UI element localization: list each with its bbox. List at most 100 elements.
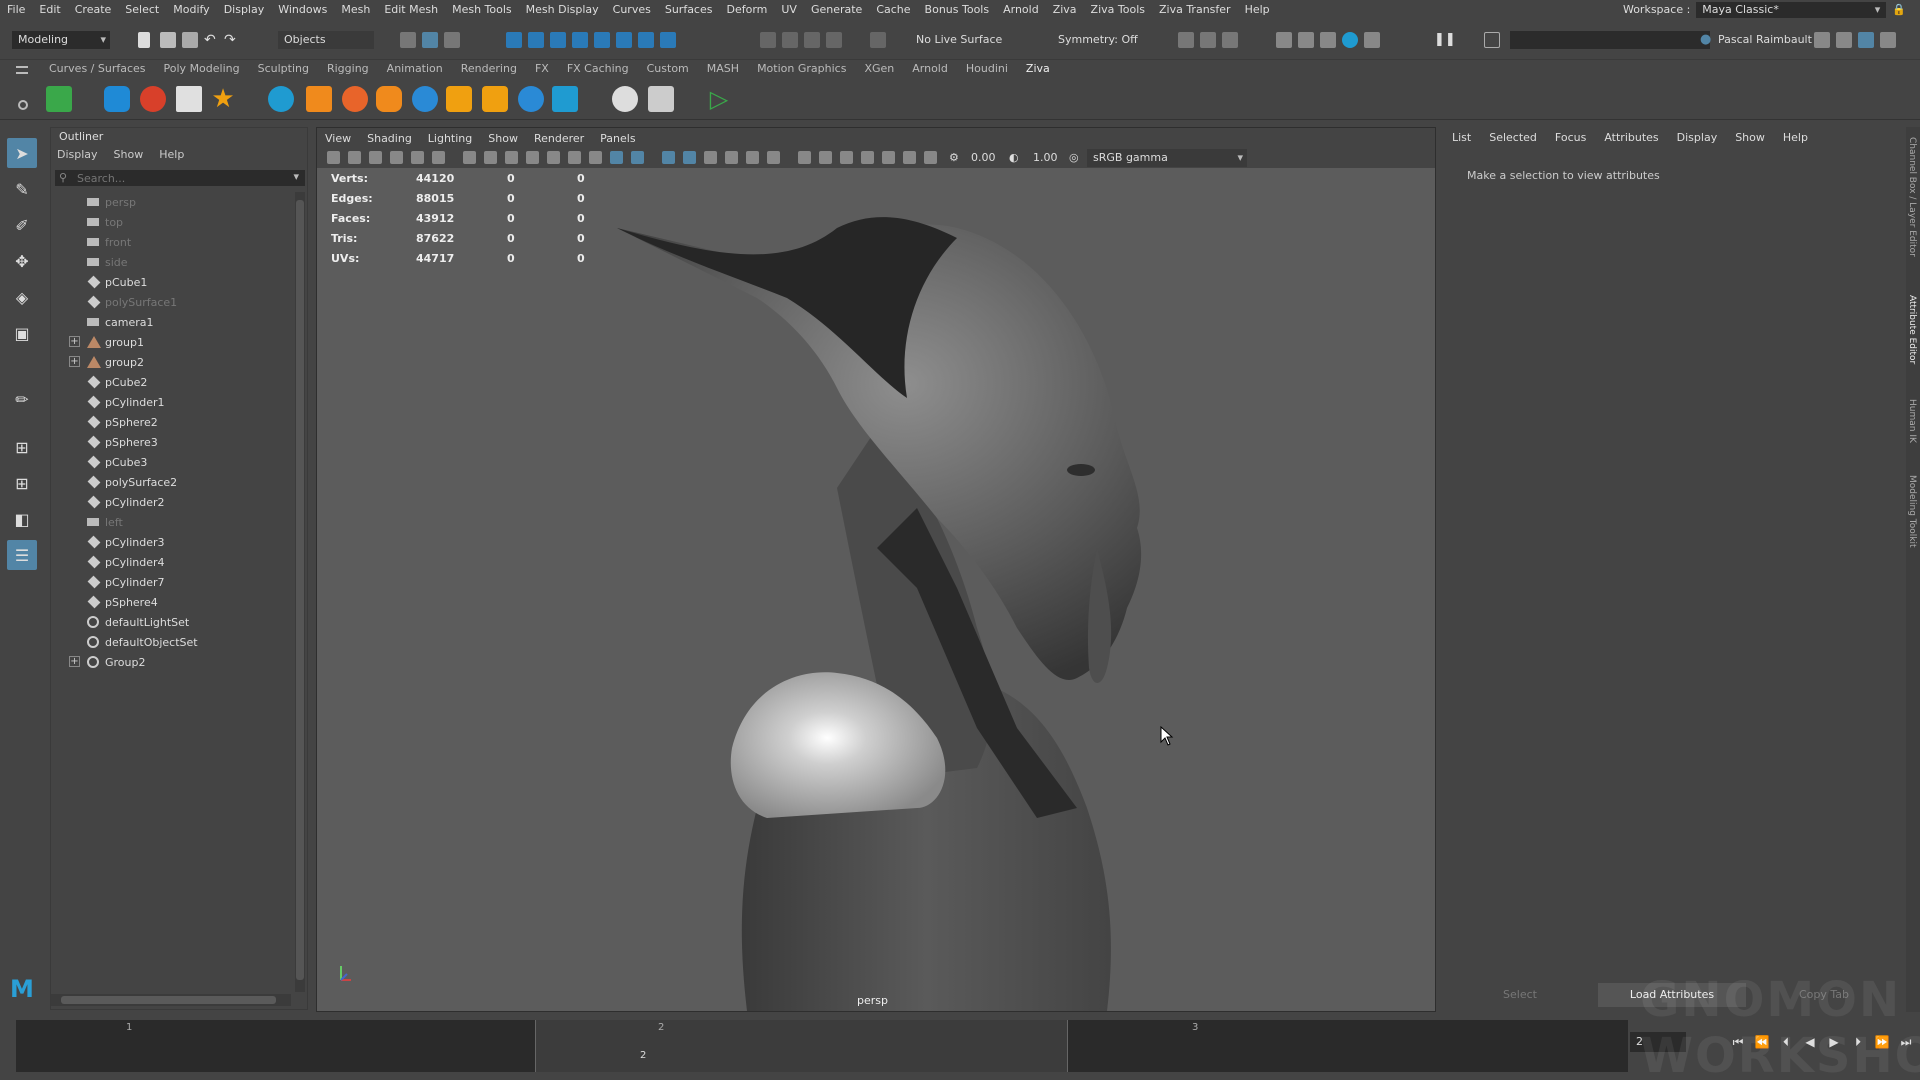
construction-history-icon[interactable] xyxy=(804,32,820,48)
snap-magnet-icon[interactable] xyxy=(638,32,654,48)
menu-uv[interactable]: UV xyxy=(774,0,804,19)
exposure-field[interactable]: 0.00 xyxy=(971,151,996,164)
menu-mesh-display[interactable]: Mesh Display xyxy=(519,0,606,19)
move-tool-icon[interactable]: ✥ xyxy=(7,246,37,276)
menu-set-dropdown[interactable]: Modeling ▾ xyxy=(12,31,110,49)
gamma-icon[interactable]: ◐ xyxy=(1009,151,1019,164)
lasso-tool-icon[interactable]: ✎ xyxy=(7,174,37,204)
outliner-item[interactable]: defaultObjectSet xyxy=(51,632,291,652)
attribute-menu-selected[interactable]: Selected xyxy=(1489,131,1537,144)
outliner-horizontal-scrollbar[interactable] xyxy=(51,994,291,1006)
single-view-icon[interactable]: ⊞ xyxy=(7,432,37,462)
outliner-item[interactable]: pCylinder2 xyxy=(51,492,291,512)
outliner-item[interactable]: camera1 xyxy=(51,312,291,332)
view-transform-dropdown[interactable]: sRGB gamma ▾ xyxy=(1087,149,1247,167)
viewport-toolbar-icon[interactable] xyxy=(411,151,424,164)
menu-ziva-tools[interactable]: Ziva Tools xyxy=(1084,0,1152,19)
ipr-render-icon[interactable] xyxy=(1222,32,1238,48)
tab-attribute-editor[interactable]: Attribute Editor xyxy=(1907,295,1917,364)
shelf-menu-icon[interactable] xyxy=(16,66,28,74)
menu-arnold[interactable]: Arnold xyxy=(996,0,1046,19)
workspace-dropdown[interactable]: Maya Classic* xyxy=(1696,1,1887,18)
menu-curves[interactable]: Curves xyxy=(606,0,658,19)
ziva-pin-icon[interactable] xyxy=(518,86,544,112)
open-scene-icon[interactable] xyxy=(160,32,176,48)
attribute-menu-help[interactable]: Help xyxy=(1783,131,1808,144)
viewport-menu-shading[interactable]: Shading xyxy=(359,132,420,145)
lasso-icon[interactable] xyxy=(826,32,842,48)
menu-modify[interactable]: Modify xyxy=(166,0,216,19)
attribute-menu-list[interactable]: List xyxy=(1452,131,1471,144)
outliner-item[interactable]: top xyxy=(51,212,291,232)
attribute-menu-show[interactable]: Show xyxy=(1735,131,1765,144)
ziva-chain-icon[interactable] xyxy=(342,86,368,112)
shelf-tab-arnold[interactable]: Arnold xyxy=(903,60,957,78)
exposure-icon[interactable]: ⚙ xyxy=(949,151,959,164)
color-management-icon[interactable]: ◎ xyxy=(1069,151,1079,164)
viewport-menu-panels[interactable]: Panels xyxy=(592,132,643,145)
outliner-item[interactable]: + Group2 xyxy=(51,652,291,672)
ziva-tissue-icon[interactable] xyxy=(104,86,130,112)
viewport-toolbar-icon[interactable] xyxy=(526,151,539,164)
history-output-icon[interactable] xyxy=(782,32,798,48)
menu-edit-mesh[interactable]: Edit Mesh xyxy=(377,0,445,19)
menu-select[interactable]: Select xyxy=(118,0,166,19)
shelf-tab-animation[interactable]: Animation xyxy=(378,60,452,78)
live-surface-label[interactable]: No Live Surface xyxy=(916,33,1002,46)
viewport-toolbar-icon[interactable] xyxy=(463,151,476,164)
pause-icon[interactable]: ❚❚ xyxy=(1434,32,1456,48)
outliner-layout-icon[interactable]: ☰ xyxy=(7,540,37,570)
maya-logo-icon[interactable]: M xyxy=(7,974,37,1004)
shelf-tab-fx-caching[interactable]: FX Caching xyxy=(558,60,638,78)
undo-icon[interactable]: ↶ xyxy=(204,32,220,48)
viewport-toolbar-icon[interactable] xyxy=(861,151,874,164)
expand-icon[interactable]: + xyxy=(69,656,80,667)
viewport-toolbar-icon[interactable] xyxy=(819,151,832,164)
outliner-menu-display[interactable]: Display xyxy=(57,148,98,161)
menu-ziva[interactable]: Ziva xyxy=(1046,0,1084,19)
outliner-item[interactable]: polySurface1 xyxy=(51,292,291,312)
outliner-item[interactable]: polySurface2 xyxy=(51,472,291,492)
redo-icon[interactable]: ↷ xyxy=(224,32,240,48)
play-simulation-icon[interactable]: ▷ xyxy=(706,86,732,112)
menu-generate[interactable]: Generate xyxy=(804,0,869,19)
snap-grid-icon[interactable] xyxy=(506,32,522,48)
ziva-attachment-icon[interactable] xyxy=(268,86,294,112)
attribute-menu-display[interactable]: Display xyxy=(1677,131,1718,144)
render-settings-icon[interactable] xyxy=(1276,32,1292,48)
menu-cache[interactable]: Cache xyxy=(869,0,917,19)
menu-deform[interactable]: Deform xyxy=(719,0,774,19)
sidebar-toggle-icon[interactable] xyxy=(1484,32,1500,48)
menu-ziva-transfer[interactable]: Ziva Transfer xyxy=(1152,0,1238,19)
light-editor-icon[interactable] xyxy=(1342,32,1358,48)
shelf-options-icon[interactable] xyxy=(18,100,28,110)
tab-channel-box[interactable]: Channel Box / Layer Editor xyxy=(1907,137,1917,257)
ziva-settings-icon[interactable] xyxy=(612,86,638,112)
tab-modeling-toolkit[interactable]: Modeling Toolkit xyxy=(1907,475,1917,548)
selection-mask-dropdown[interactable]: Objects xyxy=(278,31,374,49)
outliner-item[interactable]: + group2 xyxy=(51,352,291,372)
expand-icon[interactable]: + xyxy=(69,336,80,347)
save-scene-icon[interactable] xyxy=(182,32,198,48)
ziva-star-icon[interactable]: ★ xyxy=(210,86,236,112)
snap-vertex-icon[interactable] xyxy=(660,32,676,48)
menu-file[interactable]: File xyxy=(0,0,32,19)
outliner-item[interactable]: pCylinder1 xyxy=(51,392,291,412)
command-field[interactable] xyxy=(1510,31,1710,49)
viewport-toolbar-icon[interactable] xyxy=(505,151,518,164)
two-view-icon[interactable]: ◧ xyxy=(7,504,37,534)
outliner-item[interactable]: pSphere3 xyxy=(51,432,291,452)
paint-select-icon[interactable]: ✐ xyxy=(7,210,37,240)
ziva-line-of-action-icon[interactable] xyxy=(446,86,472,112)
rotate-tool-icon[interactable]: ◈ xyxy=(7,282,37,312)
tab-human-ik[interactable]: Human IK xyxy=(1907,399,1917,443)
snap-projected-icon[interactable] xyxy=(572,32,588,48)
outliner-vertical-scrollbar[interactable] xyxy=(295,192,305,992)
select-object-icon[interactable] xyxy=(422,32,438,48)
character-bust-model[interactable] xyxy=(317,168,1435,1011)
chevron-down-icon[interactable]: ▾ xyxy=(293,170,299,183)
ziva-cache-icon[interactable] xyxy=(552,86,578,112)
outliner-item[interactable]: pSphere2 xyxy=(51,412,291,432)
viewport-menu-view[interactable]: View xyxy=(317,132,359,145)
scale-tool-icon[interactable]: ▣ xyxy=(7,318,37,348)
